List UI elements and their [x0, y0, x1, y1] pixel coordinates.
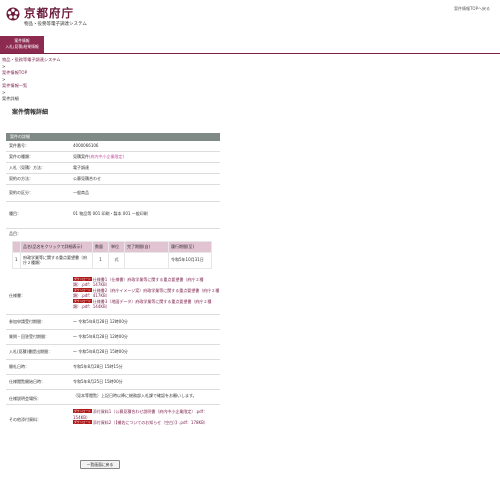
breadcrumb: 物品・役務等電子調達システム > 案件情報TOP > 案件情報一覧 > 案件詳細: [2, 57, 61, 103]
field-row: 仕様閲覧開始日時： 令和5年8月25日 15時00分: [6, 375, 220, 391]
table-row: 1 府政学業等に関する重点要望書（府庁２種類） 1 式 令和5年10月31日: [12, 251, 212, 269]
system-name: 物品・役務等電子調達システム: [24, 22, 87, 27]
field-row: その他添付資料： ダウンロード 添付資料1（公募見積合わせ説明書（府内中小企業限定…: [6, 405, 220, 428]
field-label: 仕様説明会場所：: [9, 396, 41, 402]
file-item: ダウンロード 仕様書2（府庁イメージ案）府政学業等に関する重点要望書（府庁２種類）…: [73, 287, 220, 299]
item-qty: 1: [92, 251, 109, 269]
item-name-link[interactable]: 府政学業等に関する重点要望書（府庁２種類）: [20, 251, 93, 269]
download-tag: ダウンロード: [73, 420, 92, 425]
bid-method: 電子調達: [73, 165, 89, 170]
field-label: 案件の種類：: [9, 154, 33, 159]
spec-file-link[interactable]: 仕様書2（府庁イメージ案）府政学業等に関する重点要望書（府庁２種類）.pdf：4…: [73, 288, 219, 299]
field-row: 種目： 01 物品等 001 印刷・製本 001 一般印刷: [6, 202, 220, 229]
field-label: 質問・回答受付期間：: [9, 334, 49, 340]
venue-note: （見本等閲覧）上記日時以降に総務部入札課で確認をお願いします。: [73, 393, 197, 399]
reg-deadline: ～ 令和5年8月28日 12時00分: [73, 319, 128, 325]
file-item: ダウンロード 添付資料1（公募見積合わせ説明書（府内中小企業限定）.pdf：154…: [73, 409, 220, 420]
spec-file-link[interactable]: 仕様書1（仕様書）府政学業等に関する重点要望書（府庁２種類）.pdf：147KB…: [73, 277, 203, 288]
question-period: ～ 令和5年8月28日 12時00分: [73, 334, 128, 340]
items-table: 品名(品名をクリックで詳細表示) 数量 単位 完了期間(自) 履行期間(至) 1…: [12, 241, 212, 269]
attachment-link[interactable]: 添付資料1（公募見積合わせ説明書（府内中小企業限定）.pdf：154KB）: [73, 409, 207, 420]
field-row: 仕様書： ダウンロード 仕様書1（仕様書）府政学業等に関する重点要望書（府庁２種類…: [6, 273, 220, 316]
field-row: 開札日時： 令和5年8月28日 15時15分: [6, 360, 220, 376]
page-title: 案件情報詳細: [12, 109, 49, 116]
field-label: 入札(見積)書提出期間：: [9, 349, 53, 355]
field-row: 入札（見積）方法： 電子調達: [6, 163, 220, 174]
back-to-list-button[interactable]: 一覧画面に戻る: [80, 460, 120, 469]
open-date: 令和5年8月28日 15時15分: [73, 364, 123, 370]
download-tag: ダウンロード: [73, 409, 92, 414]
nav-tab-case-info[interactable]: 案件情報 入札(見積)結果情報: [0, 36, 44, 53]
case-type: 見積案件: [73, 154, 89, 159]
col-header: 数量: [92, 241, 109, 253]
case-number: 4000066106: [73, 143, 99, 148]
field-row: 案件の種類： 見積案件(府内中小企業限定): [6, 152, 220, 163]
field-label: 契約の区分：: [9, 190, 33, 195]
file-item: ダウンロード 添付資料2（【補佐についてのお知らせ（空白）】.pdf：178KB）: [73, 420, 220, 426]
field-label: 品目：: [9, 231, 21, 236]
contract-category: 一般商品: [73, 190, 89, 195]
field-row: 入札(見積)書提出期間： ～ 令和5年8月28日 15時00分: [6, 345, 220, 361]
field-label: その他添付資料：: [9, 417, 41, 423]
nav-tab-sublabel: 入札(見積)結果情報: [5, 44, 39, 49]
case-type-note: (府内中小企業限定): [89, 154, 125, 159]
item-from: [124, 251, 169, 269]
col-header: 品名(品名をクリックで詳細表示): [20, 241, 93, 253]
field-row: 案件番号： 4000066106: [6, 141, 220, 152]
field-label: 入札（見積）方法：: [9, 165, 45, 170]
contract-method: 公募見積合わせ: [73, 176, 101, 181]
bid-period: ～ 令和5年8月28日 15時00分: [73, 349, 128, 355]
field-label: 開札日時：: [9, 364, 29, 370]
attachment-link[interactable]: 添付資料2（【補佐についてのお知らせ（空白）】.pdf：178KB）: [93, 420, 208, 425]
field-label: 契約の方法：: [9, 176, 33, 181]
field-label: 参加申請受付期間：: [9, 319, 45, 325]
item-to: 令和5年10月31日: [168, 251, 212, 269]
field-row: 質問・回答受付期間： ～ 令和5年8月28日 12時00分: [6, 330, 220, 346]
field-row: 品目：: [6, 229, 220, 239]
panel-title: 案件の詳細: [6, 133, 220, 141]
item-unit: 式: [108, 251, 125, 269]
main-nav: 案件情報 入札(見積)結果情報: [0, 36, 500, 54]
announce-date: 令和5年8月25日 15時00分: [73, 379, 123, 385]
spec-files: ダウンロード 仕様書1（仕様書）府政学業等に関する重点要望書（府庁２種類）.pdf…: [70, 273, 220, 315]
field-row: 仕様説明会場所： （見本等閲覧）上記日時以降に総務部入札課で確認をお願いします。: [6, 390, 220, 406]
item-type: 01 物品等 001 印刷・製本 001 一般印刷: [73, 211, 148, 216]
download-tag: ダウンロード: [73, 298, 92, 303]
field-label: 仕様閲覧開始日時：: [9, 379, 45, 385]
field-label: 案件番号：: [9, 143, 29, 148]
field-row: 契約の方法： 公募見積合わせ: [6, 174, 220, 185]
download-tag: ダウンロード: [73, 276, 92, 281]
file-item: ダウンロード 仕様書1（仕様書）府政学業等に関する重点要望書（府庁２種類）.pdf…: [73, 276, 220, 288]
spec-file-link[interactable]: 仕様書3（地図データ）府政学業等に関する重点要望書（府庁２種類）.pdf：144…: [73, 299, 211, 310]
other-files: ダウンロード 添付資料1（公募見積合わせ説明書（府内中小企業限定）.pdf：154…: [70, 405, 220, 428]
field-row: 契約の区分： 一般商品: [6, 185, 220, 202]
download-tag: ダウンロード: [73, 287, 92, 292]
field-label: 種目：: [9, 211, 21, 216]
file-item: ダウンロード 仕様書3（地図データ）府政学業等に関する重点要望書（府庁２種類）.p…: [73, 298, 220, 310]
kyoto-crest-icon: [6, 7, 20, 21]
field-row: 参加申請受付期間： ～ 令和5年8月28日 12時00分: [6, 315, 220, 331]
site-logo[interactable]: 京都府庁 物品・役務等電子調達システム: [6, 6, 87, 27]
case-detail-panel: 案件の詳細 案件番号： 4000066106 案件の種類： 見積案件(府内中小企…: [6, 133, 220, 428]
col-header: 完了期間(自): [124, 241, 169, 253]
top-link[interactable]: 案件情報TOPへ戻る: [454, 6, 490, 12]
breadcrumb-link-system[interactable]: 物品・役務等電子調達システム: [2, 57, 61, 64]
logo-text: 京都府庁: [24, 6, 74, 20]
col-header: 単位: [108, 241, 125, 253]
field-label: 仕様書：: [9, 292, 25, 298]
col-header: 履行期間(至): [168, 241, 212, 253]
row-number: 1: [12, 251, 21, 269]
breadcrumb-current: 案件詳細: [2, 96, 19, 101]
